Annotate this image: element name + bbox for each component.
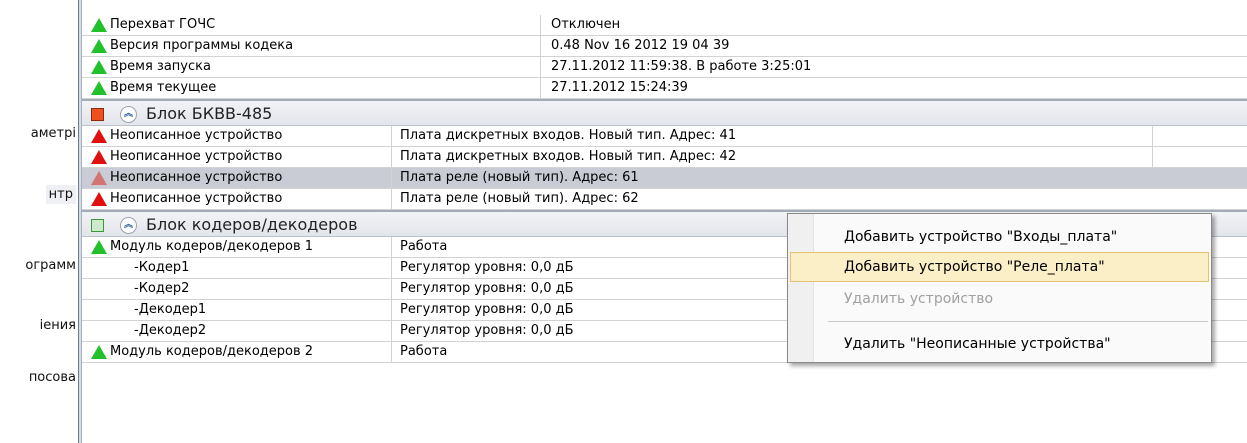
- menu-item-delete-device[interactable]: Удалить устройство: [790, 284, 1209, 314]
- table-row[interactable]: Перехват ГОЧС Отключен: [82, 15, 1247, 36]
- row-value: Плата реле (новый тип). Адрес: 61: [400, 170, 639, 185]
- sidebar-item-center[interactable]: нтр: [45, 185, 76, 204]
- menu-item-delete-undescribed[interactable]: Удалить "Неописанные устройства": [790, 329, 1209, 359]
- status-ok-icon: [91, 60, 107, 74]
- table-row[interactable]: Неописанное устройство Плата дискретных …: [82, 126, 1247, 147]
- status-error-icon: [91, 150, 107, 164]
- status-error-icon: [91, 129, 107, 143]
- status-ok-icon: [91, 240, 107, 254]
- row-value: Плата дискретных входов. Новый тип. Адре…: [400, 149, 737, 164]
- row-name: Модуль кодеров/декодеров 1: [110, 239, 314, 254]
- row-value: 27.11.2012 11:59:38. В работе 3:25:01: [551, 59, 812, 74]
- row-value: Регулятор уровня: 0,0 дБ: [400, 260, 574, 275]
- left-panel: аметрі нтр ограмм іения посова: [0, 0, 78, 443]
- row-name: Неописанное устройство: [110, 170, 283, 185]
- status-error-icon: [91, 192, 107, 206]
- status-ok-icon: [91, 345, 107, 359]
- sidebar-item-settings[interactable]: посова: [29, 370, 76, 385]
- menu-item-add-relay-board[interactable]: Добавить устройство "Реле_плата": [790, 252, 1209, 282]
- status-ok-icon: [91, 81, 107, 95]
- row-value: Регулятор уровня: 0,0 дБ: [400, 302, 574, 317]
- group-status-marker: [91, 219, 104, 232]
- row-name: -Декодер1: [134, 302, 207, 317]
- row-value: Работа: [400, 239, 448, 254]
- row-name: Модуль кодеров/декодеров 2: [110, 344, 314, 359]
- row-value: Регулятор уровня: 0,0 дБ: [400, 281, 574, 296]
- group-status-marker: [91, 108, 104, 121]
- context-menu: Добавить устройство "Входы_плата" Добави…: [787, 213, 1212, 363]
- sidebar-item-parameters[interactable]: аметрі: [31, 126, 76, 141]
- row-name: Неописанное устройство: [110, 191, 283, 206]
- group-header-bkvv[interactable]: ︽ Блок БКВВ-485: [82, 99, 1247, 126]
- row-name: -Декодер2: [134, 323, 207, 338]
- row-value: Плата реле (новый тип). Адрес: 62: [400, 191, 639, 206]
- row-value: 27.11.2012 15:24:39: [551, 80, 688, 95]
- row-value: 0.48 Nov 16 2012 19 04 39: [551, 38, 730, 53]
- row-value: Регулятор уровня: 0,0 дБ: [400, 323, 574, 338]
- status-ok-icon: [91, 39, 107, 53]
- row-name: Перехват ГОЧС: [110, 17, 216, 32]
- row-name: Время запуска: [110, 59, 211, 74]
- row-value: Отключен: [551, 17, 621, 32]
- menu-item-add-inputs-board[interactable]: Добавить устройство "Входы_плата": [790, 222, 1209, 252]
- group-title: Блок БКВВ-485: [146, 104, 273, 123]
- sidebar-item-programs[interactable]: ограмм: [25, 258, 76, 273]
- status-ok-icon: [91, 18, 107, 32]
- row-name: Неописанное устройство: [110, 128, 283, 143]
- row-name: -Кодер2: [134, 281, 190, 296]
- status-error-icon: [91, 171, 107, 185]
- group-title: Блок кодеров/декодеров: [146, 215, 358, 234]
- row-name: -Кодер1: [134, 260, 190, 275]
- row-name: Время текущее: [110, 80, 217, 95]
- double-chevron-up-icon[interactable]: ︽: [120, 217, 137, 234]
- row-value: Плата дискретных входов. Новый тип. Адре…: [400, 128, 737, 143]
- table-row[interactable]: Время текущее 27.11.2012 15:24:39: [82, 78, 1247, 99]
- sidebar-item-messages[interactable]: іения: [40, 318, 76, 333]
- row-value: Работа: [400, 344, 448, 359]
- row-name: Неописанное устройство: [110, 149, 283, 164]
- table-row[interactable]: Неописанное устройство Плата реле (новый…: [82, 189, 1247, 210]
- table-row[interactable]: Версия программы кодека 0.48 Nov 16 2012…: [82, 36, 1247, 57]
- table-row-selected[interactable]: Неописанное устройство Плата реле (новый…: [82, 168, 1247, 189]
- table-row[interactable]: Время запуска 27.11.2012 11:59:38. В раб…: [82, 57, 1247, 78]
- row-name: Версия программы кодека: [110, 38, 294, 53]
- table-row[interactable]: Неописанное устройство Плата дискретных …: [82, 147, 1247, 168]
- menu-separator: [828, 321, 1208, 322]
- double-chevron-up-icon[interactable]: ︽: [120, 106, 137, 123]
